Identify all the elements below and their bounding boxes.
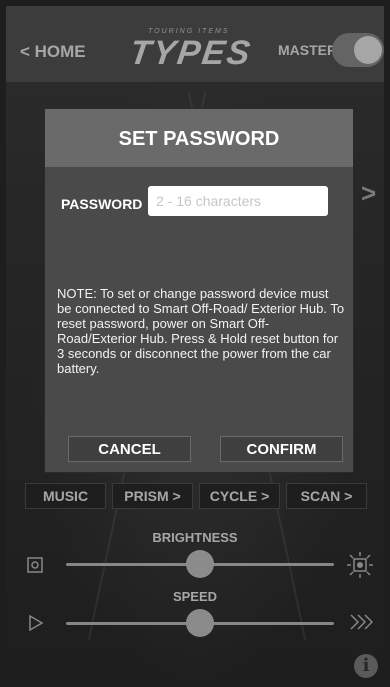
app-screen: < HOME TOURING ITEMS TYPES MASTER > MUSI… — [6, 6, 384, 681]
password-input[interactable] — [148, 186, 328, 216]
cancel-button[interactable]: CANCEL — [68, 436, 191, 462]
dialog-title: SET PASSWORD — [118, 128, 280, 150]
password-note: NOTE: To set or change password device m… — [57, 286, 345, 376]
password-label: PASSWORD — [61, 196, 143, 212]
confirm-button[interactable]: CONFIRM — [220, 436, 343, 462]
dialog-header: SET PASSWORD — [45, 109, 353, 167]
set-password-dialog: SET PASSWORD PASSWORD NOTE: To set or ch… — [45, 109, 353, 472]
